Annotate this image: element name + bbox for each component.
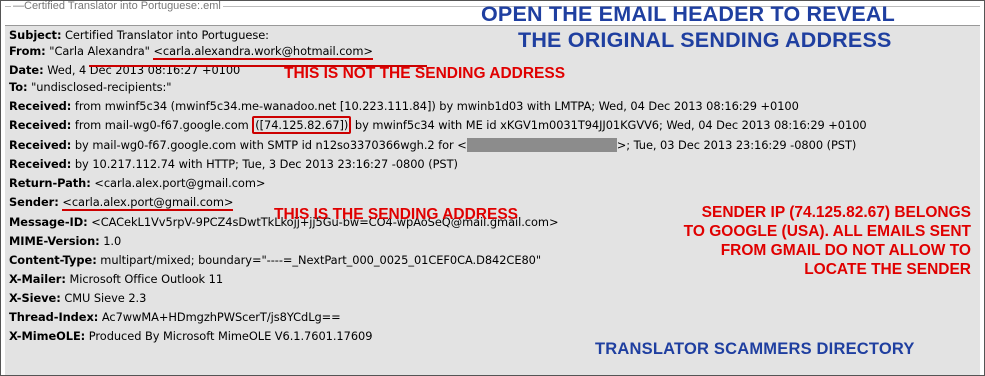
callout-not-sending: THIS IS NOT THE SENDING ADDRESS (284, 65, 566, 82)
header-x-sieve: X-Sieve: CMU Sieve 2.3 (9, 291, 147, 305)
header-received-4: Received: by 10.217.112.74 with HTTP; Tu… (9, 157, 458, 171)
from-address: <carla.alexandra.work@hotmail.com> (153, 44, 373, 60)
header-x-mimeole: X-MimeOLE: Produced By Microsoft MimeOLE… (9, 329, 373, 343)
callout-is-sending: THIS IS THE SENDING ADDRESS (274, 206, 519, 223)
email-window: —Certified Translator into Portuguese:.e… (0, 0, 985, 376)
window-title: —Certified Translator into Portuguese:.e… (11, 0, 223, 12)
header-mime-version: MIME-Version: 1.0 (9, 234, 122, 248)
callout-ip-3: FROM GMAIL DO NOT ALLOW TO (720, 242, 971, 259)
sender-address: <carla.alex.port@gmail.com> (62, 195, 234, 211)
header-return-path: Return-Path: <carla.alex.port@gmail.com> (9, 176, 266, 190)
callout-ip-1: SENDER IP (74.125.82.67) BELONGS (701, 204, 971, 221)
header-received-3: Received: by mail-wg0-f67.google.com wit… (9, 138, 857, 152)
callout-open-header-2: THE ORIGINAL SENDING ADDRESS (518, 28, 892, 52)
header-x-mailer: X-Mailer: Microsoft Office Outlook 11 (9, 272, 224, 286)
header-subject: Subject: Certified Translator into Portu… (9, 28, 269, 42)
header-thread-index: Thread-Index: Ac7wwMA+HDmgzhPWScerT/js8Y… (9, 310, 341, 324)
header-from: From: "Carla Alexandra" <carla.alexandra… (9, 44, 373, 60)
from-underline (89, 65, 427, 67)
header-content-type: Content-Type: multipart/mixed; boundary=… (9, 253, 542, 267)
header-to: To: "undisclosed-recipients:" (9, 80, 172, 94)
callout-ip-4: LOCATE THE SENDER (804, 261, 971, 278)
sender-ip: ([74.125.82.67]) (252, 116, 352, 134)
redacted-recipient (466, 138, 617, 152)
callout-open-header-1: OPEN THE EMAIL HEADER TO REVEAL (481, 2, 895, 26)
callout-ip-2: TO GOOGLE (USA). ALL EMAILS SENT (683, 223, 971, 240)
header-sender: Sender: <carla.alex.port@gmail.com> (9, 195, 234, 211)
header-received-1: Received: from mwinf5c34 (mwinf5c34.me-w… (9, 99, 799, 113)
callout-directory: TRANSLATOR SCAMMERS DIRECTORY (595, 340, 915, 358)
header-received-2: Received: from mail-wg0-f67.google.com (… (9, 116, 867, 134)
